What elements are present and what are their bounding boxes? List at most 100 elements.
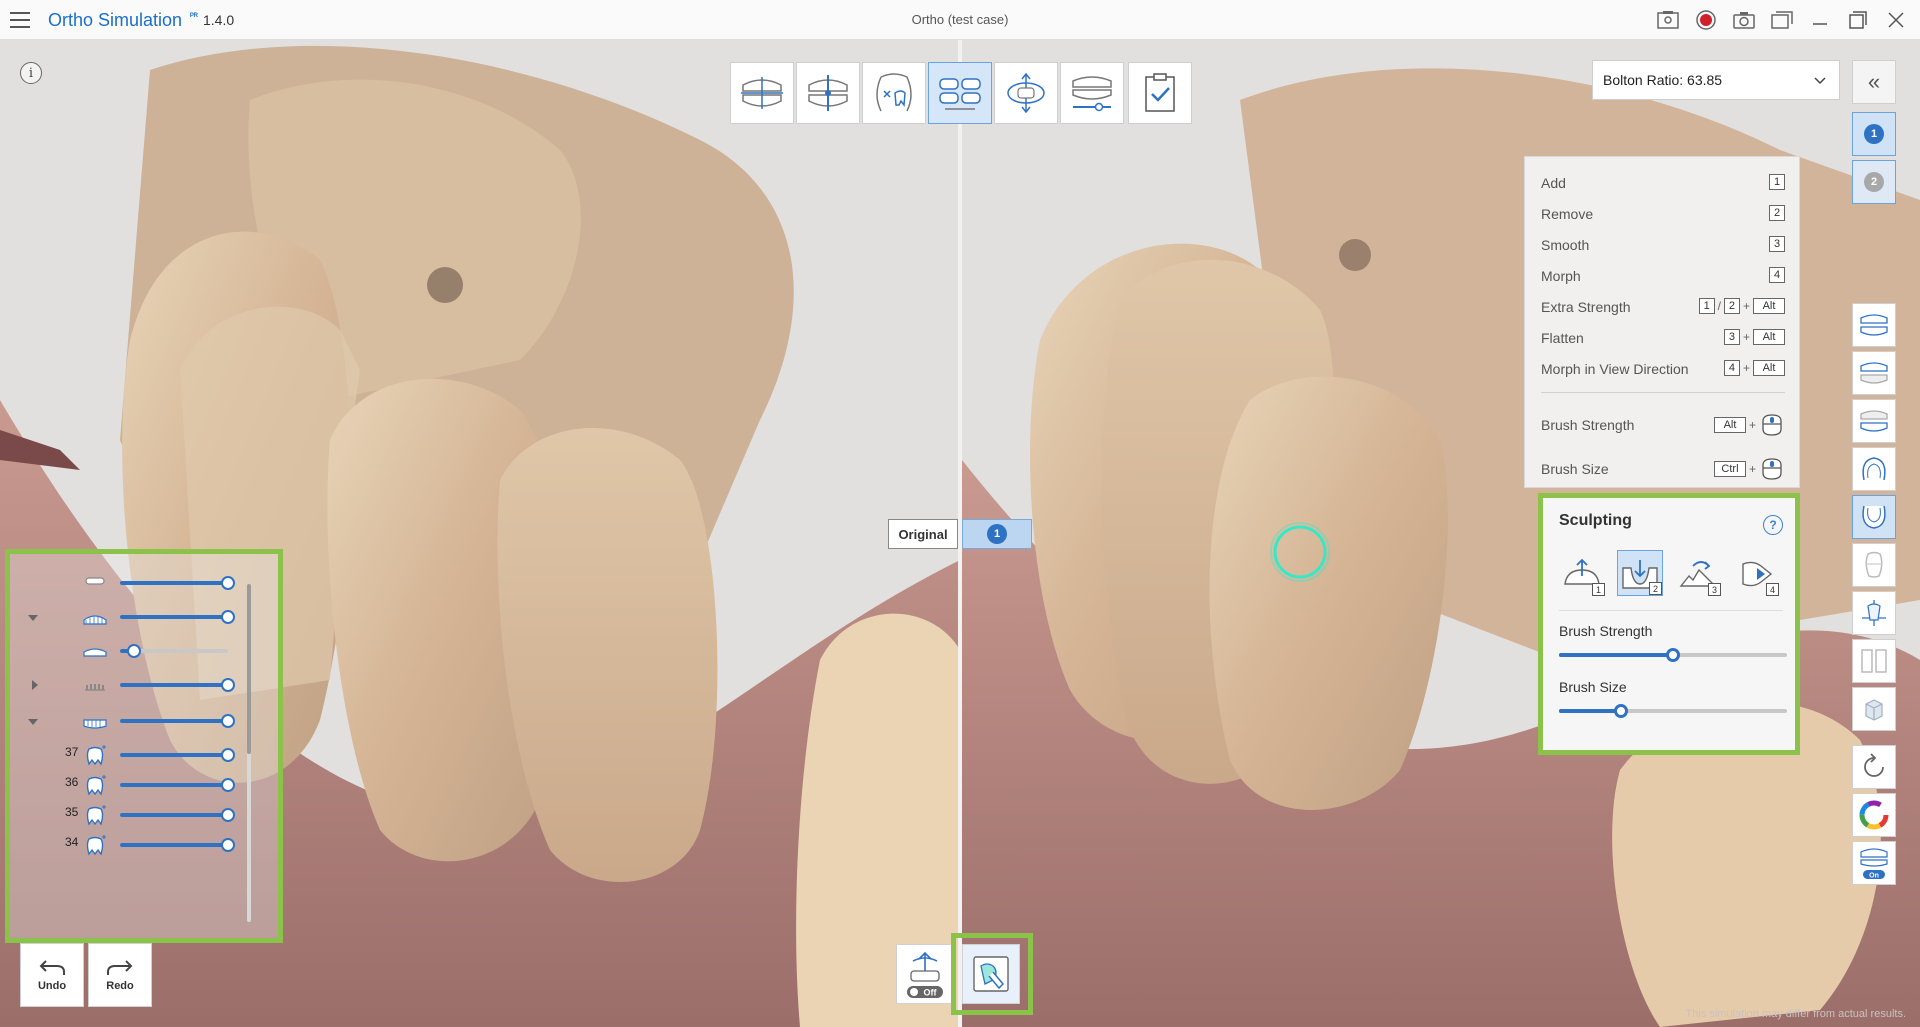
brush-size-slider[interactable] bbox=[1559, 704, 1787, 718]
record-icon[interactable] bbox=[1692, 6, 1720, 34]
layer-row bbox=[10, 674, 270, 704]
slider-handle[interactable] bbox=[221, 610, 235, 624]
stage-slider-button[interactable] bbox=[1060, 62, 1124, 124]
tooth-number: 35 bbox=[65, 805, 79, 819]
shortcut-remove: Remove 2 bbox=[1541, 198, 1785, 229]
jaw-layer-icon bbox=[83, 719, 107, 729]
lower-arch-icon bbox=[1862, 505, 1886, 529]
bite-alignment-button[interactable] bbox=[928, 62, 992, 124]
transparency-view-button[interactable] bbox=[1852, 543, 1896, 587]
opacity-slider[interactable] bbox=[120, 778, 235, 792]
tooth-removal-button[interactable] bbox=[862, 62, 926, 124]
shortcut-brush-strength: Brush Strength Alt + bbox=[1541, 403, 1785, 447]
highlight-frame bbox=[951, 933, 1033, 1015]
occlusal-lower-view-button[interactable] bbox=[1852, 495, 1896, 539]
tooth-removal-icon bbox=[876, 73, 912, 112]
sculpt-morph-tool[interactable]: 4 bbox=[1733, 550, 1779, 596]
opacity-slider[interactable] bbox=[120, 644, 228, 658]
chevron-down-icon[interactable] bbox=[28, 615, 38, 621]
layer-row: 34 bbox=[10, 834, 270, 864]
slider-handle[interactable] bbox=[221, 778, 235, 792]
opacity-slider[interactable] bbox=[120, 610, 235, 624]
split-view-button[interactable] bbox=[1852, 639, 1896, 683]
chevron-down-icon bbox=[1814, 77, 1826, 85]
screenshot-icon[interactable] bbox=[1654, 6, 1682, 34]
lower-jaw-only-button[interactable] bbox=[1852, 399, 1896, 443]
color-wheel-icon bbox=[1859, 800, 1889, 830]
clone-window-icon[interactable] bbox=[1768, 6, 1796, 34]
slider-handle[interactable] bbox=[221, 808, 235, 822]
stage-1-number: 1 bbox=[1864, 124, 1884, 144]
cube-icon bbox=[1865, 699, 1883, 721]
chevron-down-icon[interactable] bbox=[28, 719, 38, 725]
key-plus: + bbox=[1742, 330, 1750, 344]
checklist-button[interactable] bbox=[1128, 62, 1192, 124]
key-plus: + bbox=[1742, 299, 1750, 313]
divider bbox=[1559, 610, 1783, 611]
opacity-slider[interactable] bbox=[120, 838, 235, 852]
chevron-right-icon[interactable] bbox=[32, 680, 38, 690]
undo-button[interactable]: Undo bbox=[20, 943, 84, 1007]
hamburger-menu-icon[interactable] bbox=[8, 8, 32, 32]
slider-handle[interactable] bbox=[221, 576, 235, 590]
key-badge: Ctrl bbox=[1713, 461, 1746, 477]
shortcut-panel: Add 1 Remove 2 Smooth 3 Morph 4 Extra St… bbox=[1524, 156, 1800, 488]
key-badge: 1 bbox=[1698, 298, 1715, 314]
collapse-panel-button[interactable]: « bbox=[1852, 60, 1896, 104]
midline-tool-button[interactable] bbox=[796, 62, 860, 124]
help-icon[interactable]: ? bbox=[1763, 515, 1783, 535]
sculpt-smooth-tool[interactable]: 3 bbox=[1675, 550, 1721, 596]
shortcut-smooth: Smooth 3 bbox=[1541, 229, 1785, 260]
slider-handle[interactable] bbox=[1613, 704, 1628, 718]
slider-handle[interactable] bbox=[127, 644, 142, 658]
auto-align-toggle[interactable]: Off bbox=[896, 944, 954, 1004]
upper-jaw-only-button[interactable] bbox=[1852, 351, 1896, 395]
undo-arrow-icon bbox=[39, 960, 65, 975]
key-plus: + bbox=[1748, 462, 1756, 476]
sculpt-remove-tool[interactable]: 2 bbox=[1617, 550, 1663, 596]
minimize-icon[interactable] bbox=[1806, 6, 1834, 34]
rotation-tool-button[interactable] bbox=[994, 62, 1058, 124]
opacity-slider[interactable] bbox=[120, 576, 235, 590]
jaw-layer-icon bbox=[83, 648, 107, 657]
slider-handle[interactable] bbox=[221, 748, 235, 762]
stage-1-button[interactable]: 1 bbox=[1852, 112, 1896, 156]
app-version: 1.4.0 bbox=[203, 12, 235, 28]
occlusal-upper-view-button[interactable] bbox=[1852, 447, 1896, 491]
maximize-icon[interactable] bbox=[1844, 6, 1872, 34]
axis-view-button[interactable] bbox=[1852, 591, 1896, 635]
opacity-slider[interactable] bbox=[120, 808, 235, 822]
shortcut-label: Extra Strength bbox=[1541, 298, 1631, 315]
bolton-ratio-dropdown[interactable]: Bolton Ratio: 63.85 bbox=[1592, 60, 1840, 100]
layer-row: 36 bbox=[10, 774, 270, 804]
close-icon[interactable] bbox=[1882, 6, 1910, 34]
key-badge: 2 bbox=[1723, 298, 1740, 314]
camera-icon[interactable] bbox=[1730, 6, 1758, 34]
tooth-number: 36 bbox=[65, 775, 79, 789]
slider-handle[interactable] bbox=[221, 838, 235, 852]
color-settings-button[interactable] bbox=[1852, 793, 1896, 837]
opacity-slider[interactable] bbox=[120, 678, 235, 692]
sculpt-add-tool[interactable]: 1 bbox=[1559, 550, 1605, 596]
shortcut-morph-view-direction: Morph in View Direction 4 + Alt bbox=[1541, 353, 1785, 384]
stage-2-button[interactable]: 2 bbox=[1852, 160, 1896, 204]
attachments-toggle-button[interactable]: On bbox=[1852, 841, 1896, 885]
occlusion-tool-button[interactable] bbox=[730, 62, 794, 124]
opacity-slider[interactable] bbox=[120, 748, 235, 762]
key-badge: Alt bbox=[1753, 329, 1785, 345]
upper-jaw-view-button[interactable] bbox=[1852, 303, 1896, 347]
reset-view-button[interactable] bbox=[1852, 745, 1896, 789]
brush-strength-slider[interactable] bbox=[1559, 648, 1787, 662]
info-icon[interactable]: i bbox=[20, 62, 42, 84]
slider-handle[interactable] bbox=[221, 714, 235, 728]
layer-row bbox=[10, 710, 270, 740]
redo-button[interactable]: Redo bbox=[88, 943, 152, 1007]
tooth-number: 34 bbox=[65, 835, 79, 849]
opacity-slider[interactable] bbox=[120, 714, 235, 728]
slider-handle[interactable] bbox=[1666, 648, 1680, 662]
cube-view-button[interactable] bbox=[1852, 687, 1896, 731]
rotation-tool-icon bbox=[1007, 72, 1045, 114]
layer-row bbox=[10, 640, 270, 670]
svg-text:On: On bbox=[1869, 873, 1879, 880]
slider-handle[interactable] bbox=[221, 678, 235, 692]
